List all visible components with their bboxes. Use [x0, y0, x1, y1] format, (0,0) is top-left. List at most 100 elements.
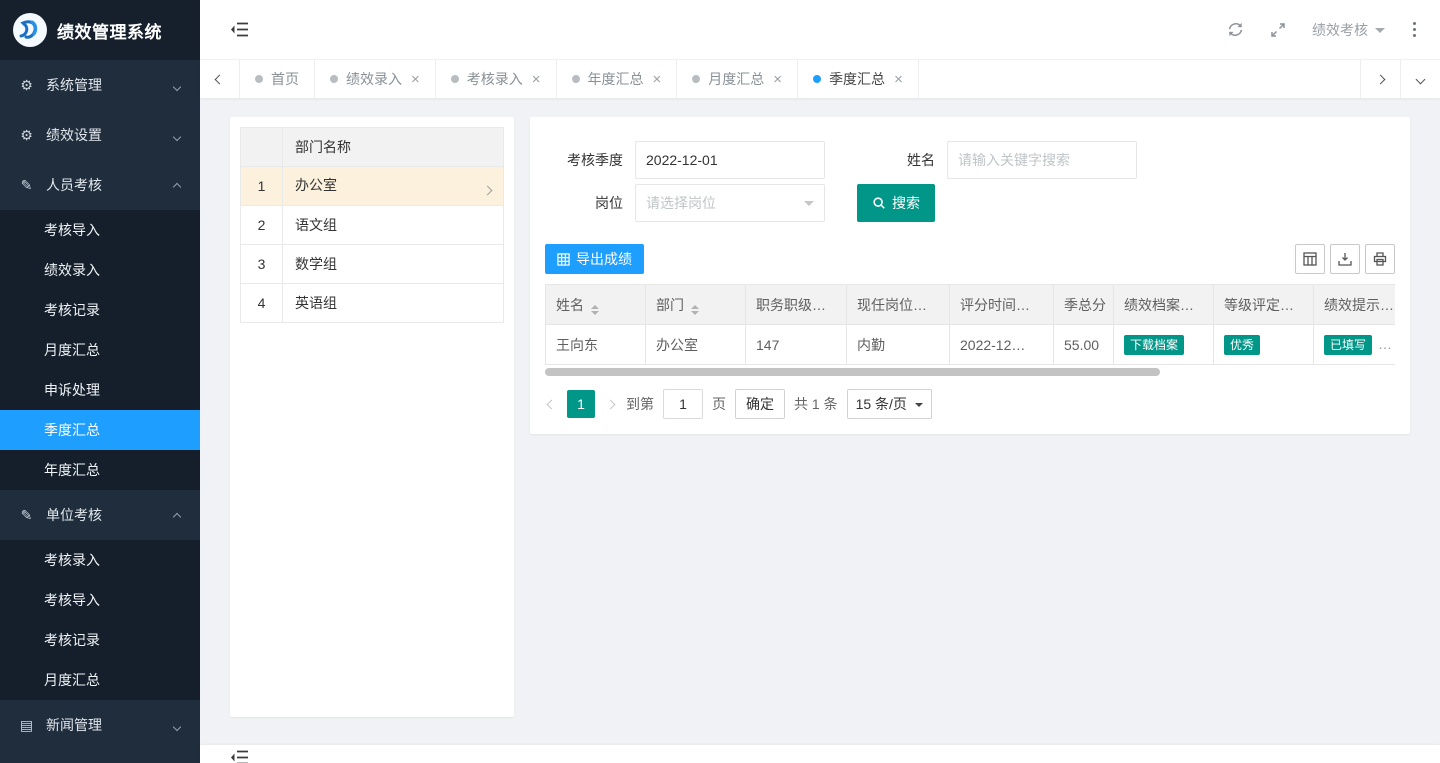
tabs-scroll-left[interactable] [200, 60, 240, 98]
sidebar-item-annual-summary[interactable]: 年度汇总 [0, 450, 200, 490]
sidebar-item-perf-entry[interactable]: 绩效录入 [0, 250, 200, 290]
export-data-icon[interactable] [1330, 244, 1360, 274]
quarter-input[interactable] [635, 141, 825, 179]
download-archive-button[interactable]: 下载档案 [1124, 335, 1184, 355]
close-tab-icon[interactable]: × [653, 71, 662, 88]
tab-annual-summary[interactable]: 年度汇总 × [557, 60, 678, 98]
sidebar-item-label: 绩效录入 [44, 260, 100, 280]
next-page-icon[interactable] [604, 401, 617, 408]
sidebar-item-label: 季度汇总 [44, 420, 100, 440]
sidebar-item-unit-assess-import[interactable]: 考核导入 [0, 580, 200, 620]
fullscreen-icon[interactable] [1270, 22, 1286, 38]
more-menu-icon[interactable] [1411, 20, 1418, 39]
app-logo-icon [12, 12, 48, 48]
sidebar-submenu-person-assess: 考核导入 绩效录入 考核记录 月度汇总 申诉处理 季度汇总 年度汇总 [0, 210, 200, 490]
refresh-icon[interactable] [1227, 21, 1244, 38]
tab-label: 考核录入 [467, 69, 523, 89]
cell-name: 王向东 [546, 325, 646, 365]
sort-icon[interactable] [591, 305, 599, 315]
column-header-dept[interactable]: 部门 [646, 285, 746, 325]
filter-form: 考核季度 姓名 岗位 请选择岗位 [545, 132, 1395, 224]
goto-confirm-button[interactable]: 确定 [735, 389, 785, 419]
current-page-button[interactable]: 1 [567, 390, 595, 418]
sidebar-item-monthly-summary[interactable]: 月度汇总 [0, 330, 200, 370]
sidebar-item-quarterly-summary[interactable]: 季度汇总 [0, 410, 200, 450]
sidebar-item-label: 考核记录 [44, 630, 100, 650]
column-header-name[interactable]: 姓名 [546, 285, 646, 325]
sidebar-group-news[interactable]: ▤ 新闻管理 [0, 700, 200, 750]
edit-icon: ✎ [18, 507, 35, 524]
sidebar-group-label: 绩效设置 [46, 125, 102, 145]
cell-dept: 办公室 [646, 325, 746, 365]
print-icon[interactable] [1365, 244, 1395, 274]
sort-icon[interactable] [691, 305, 699, 315]
department-name: 英语组 [295, 295, 337, 311]
department-row[interactable]: 3 数学组 [241, 245, 504, 284]
column-header-rank: 职务职级… [746, 285, 847, 325]
close-tab-icon[interactable]: × [773, 71, 782, 88]
post-select[interactable]: 请选择岗位 [635, 184, 825, 222]
cell-quarter-score: 55.00 [1054, 325, 1114, 365]
collapse-sidebar-icon[interactable] [230, 750, 249, 763]
news-icon: ▤ [18, 717, 35, 734]
tabs-operations-dropdown[interactable] [1400, 60, 1440, 98]
sidebar-item-label: 考核录入 [44, 550, 100, 570]
sidebar-item-label: 考核导入 [44, 590, 100, 610]
edit-icon: ✎ [18, 177, 35, 194]
search-button[interactable]: 搜索 [857, 184, 935, 222]
toggle-columns-icon[interactable] [1295, 244, 1325, 274]
close-tab-icon[interactable]: × [411, 71, 420, 88]
total-count-label: 共 1 条 [794, 394, 838, 414]
sidebar-group-person-assess[interactable]: ✎ 人员考核 [0, 160, 200, 210]
chevron-up-icon [174, 507, 180, 523]
department-row[interactable]: 4 英语组 [241, 284, 504, 323]
sidebar-group-perf-settings[interactable]: ⚙︎ 绩效设置 [0, 110, 200, 160]
horizontal-scrollbar-thumb[interactable] [545, 368, 1160, 376]
goto-page-input[interactable] [663, 389, 703, 419]
tab-monthly-summary[interactable]: 月度汇总 × [677, 60, 798, 98]
table-grid-icon [557, 253, 570, 266]
close-tab-icon[interactable]: × [894, 71, 903, 88]
sidebar-group-system[interactable]: ⚙ 系统管理 [0, 60, 200, 110]
sidebar-item-appeal[interactable]: 申诉处理 [0, 370, 200, 410]
tip-badge[interactable]: 已填写 [1324, 335, 1372, 355]
cell-post: 内勤 [847, 325, 950, 365]
tab-assess-entry[interactable]: 考核录入 × [436, 60, 557, 98]
gear-icon: ⚙ [18, 77, 35, 94]
sidebar-group-unit-assess[interactable]: ✎ 单位考核 [0, 490, 200, 540]
topbar-actions: 绩效考核 [1227, 20, 1418, 40]
page-size-select[interactable]: 15 条/页 [847, 389, 932, 419]
sidebar: 绩效管理系统 ⚙ 系统管理 ⚙︎ 绩效设置 ✎ 人员考核 考核导入 绩效录入 [0, 0, 200, 763]
sidebar-item-unit-monthly-summary[interactable]: 月度汇总 [0, 660, 200, 700]
department-name-header: 部门名称 [283, 128, 504, 167]
tab-quarterly-summary[interactable]: 季度汇总 × [798, 60, 919, 98]
sidebar-item-assess-record[interactable]: 考核记录 [0, 290, 200, 330]
sidebar-item-assess-import[interactable]: 考核导入 [0, 210, 200, 250]
grade-badge[interactable]: 优秀 [1224, 335, 1260, 355]
export-scores-button[interactable]: 导出成绩 [545, 244, 644, 274]
user-menu-dropdown[interactable]: 绩效考核 [1312, 20, 1385, 40]
close-tab-icon[interactable]: × [532, 71, 541, 88]
tab-perf-entry[interactable]: 绩效录入 × [315, 60, 436, 98]
results-table-viewport: 姓名 部门 职务职级… 现任岗位… 评分时间… 季总分 绩效档案… 等级评定… … [545, 284, 1395, 365]
sidebar-item-unit-assess-entry[interactable]: 考核录入 [0, 540, 200, 580]
sidebar-item-unit-assess-record[interactable]: 考核记录 [0, 620, 200, 660]
department-row[interactable]: 2 语文组 [241, 206, 504, 245]
sidebar-group-label: 新闻管理 [46, 715, 102, 735]
column-header-archive: 绩效档案… [1114, 285, 1214, 325]
tabs-scroll-right[interactable] [1360, 60, 1400, 98]
post-label: 岗位 [555, 193, 635, 213]
app-logo: 绩效管理系统 [0, 0, 200, 60]
department-row[interactable]: 1 办公室 [241, 167, 504, 206]
prev-page-icon[interactable] [545, 401, 558, 408]
tab-label: 季度汇总 [829, 69, 885, 89]
name-search-input[interactable] [947, 141, 1137, 179]
page-size-value: 15 条/页 [856, 394, 907, 414]
collapse-sidebar-icon[interactable] [230, 22, 249, 37]
chevron-down-icon [804, 201, 814, 211]
column-header-quarter-score: 季总分 [1054, 285, 1114, 325]
column-header-post: 现任岗位… [847, 285, 950, 325]
tab-dot-icon [255, 75, 263, 83]
chevron-down-icon [174, 77, 180, 93]
tab-home[interactable]: 首页 [240, 60, 315, 98]
